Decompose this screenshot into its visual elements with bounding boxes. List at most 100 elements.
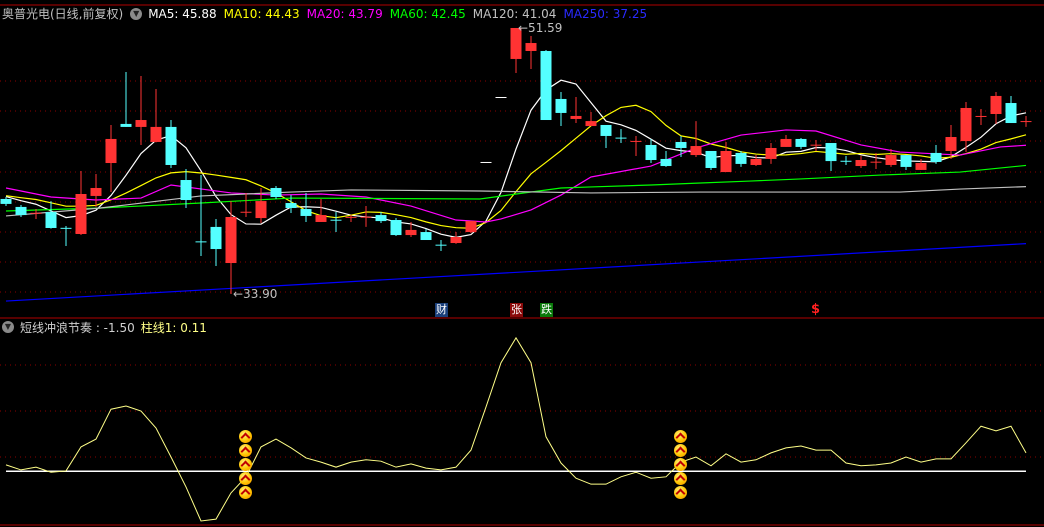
candle-body — [750, 158, 762, 165]
candle — [975, 109, 987, 125]
dividend-event-marker[interactable]: $ — [811, 302, 820, 317]
candle-body — [645, 144, 657, 161]
candle — [540, 49, 552, 121]
candle-body — [1005, 103, 1017, 124]
candle — [390, 218, 402, 236]
rise-event-badge[interactable]: 张 — [510, 303, 523, 317]
candle — [660, 150, 672, 167]
candle-body — [1020, 121, 1032, 123]
candle — [675, 135, 687, 158]
candle — [555, 92, 567, 127]
candle — [45, 201, 57, 229]
candle-body — [930, 152, 942, 162]
candle-body — [240, 211, 252, 213]
candle — [330, 212, 342, 233]
ma10-line — [5, 104, 1027, 229]
candle-body — [555, 98, 567, 113]
candle — [120, 72, 132, 127]
candle — [90, 174, 102, 207]
candle-body — [690, 146, 702, 156]
buy-signal-arrow-icon — [239, 430, 252, 443]
candle-body — [150, 126, 162, 142]
candle — [165, 120, 177, 168]
stock-title: 奥普光电(日线,前复权) — [2, 7, 124, 21]
buy-signal-arrow-icon — [674, 458, 687, 471]
candle — [405, 221, 417, 238]
candle-body — [210, 226, 222, 250]
buy-signal-arrow-icon — [239, 486, 252, 499]
chevron-down-icon[interactable]: ▼ — [2, 321, 14, 333]
candle — [825, 143, 837, 171]
candle — [210, 218, 222, 267]
candle-body — [180, 180, 192, 201]
candle-body — [600, 124, 612, 136]
candle-body — [270, 187, 282, 198]
candle-body — [15, 206, 27, 216]
low-price-annotation: ←33.90 — [233, 287, 278, 301]
fall-event-badge[interactable]: 跌 — [540, 303, 553, 317]
candle-body — [420, 232, 432, 241]
candle — [225, 201, 237, 294]
candle-body — [540, 50, 552, 121]
candle — [570, 97, 582, 124]
candle — [645, 138, 657, 164]
candle-body — [60, 227, 72, 229]
candle-body — [615, 137, 627, 139]
chart-header: 奥普光电(日线,前复权) ▼ MA5: 45.88 MA10: 44.43 MA… — [2, 5, 654, 22]
candle — [795, 138, 807, 150]
ma5-line — [5, 79, 1027, 239]
candle-body — [915, 163, 927, 170]
candle-body — [810, 144, 822, 146]
candle-body — [345, 216, 357, 218]
candle-body — [165, 126, 177, 165]
ma250-label: MA250: 37.25 — [563, 6, 648, 21]
candle — [1020, 115, 1032, 127]
candle — [1005, 95, 1017, 124]
candle-body — [975, 115, 987, 117]
candle — [135, 75, 147, 145]
candle — [465, 220, 477, 233]
chart-frame — [0, 4, 1044, 526]
candle-body — [960, 107, 972, 142]
candle — [270, 186, 282, 199]
candle — [810, 140, 822, 151]
kline-chart[interactable] — [0, 0, 1044, 527]
candle-body — [360, 216, 372, 218]
candle — [705, 150, 717, 170]
candle-body — [660, 158, 672, 167]
candle-body — [840, 160, 852, 162]
buy-signal-arrow-icon — [674, 472, 687, 485]
candle-body — [900, 155, 912, 167]
candle-body — [705, 150, 717, 168]
chevron-down-icon[interactable]: ▼ — [130, 7, 143, 20]
candle-body — [675, 141, 687, 148]
ma-lines — [5, 79, 1027, 302]
candle-body — [825, 143, 837, 162]
candle-body — [585, 121, 597, 127]
candle-body — [300, 209, 312, 216]
candle — [180, 169, 192, 208]
candle — [495, 97, 507, 99]
buy-signal-arrow-icon — [674, 430, 687, 443]
candle-body — [630, 140, 642, 142]
candle-body — [795, 138, 807, 147]
candle-body — [525, 43, 537, 51]
buy-signal-arrow-icon — [239, 458, 252, 471]
candle — [315, 198, 327, 222]
candle-body — [405, 229, 417, 236]
candle-body — [945, 137, 957, 151]
candle — [60, 226, 72, 247]
indicator-name: 短线冲浪节奏 : -1.50 — [20, 320, 135, 335]
candle-body — [765, 147, 777, 159]
indicator-header: ▼ 短线冲浪节奏 : -1.50 柱线1: 0.11 — [2, 319, 213, 335]
candle — [930, 144, 942, 164]
candle — [525, 35, 537, 70]
candle-body — [105, 138, 117, 164]
ma120-label: MA120: 41.04 — [472, 6, 557, 21]
candle — [480, 161, 492, 163]
finance-event-badge[interactable]: 财 — [435, 303, 448, 317]
candle-body — [780, 138, 792, 147]
candle-body — [120, 123, 132, 127]
candle — [870, 152, 882, 170]
candle-body — [30, 212, 42, 214]
